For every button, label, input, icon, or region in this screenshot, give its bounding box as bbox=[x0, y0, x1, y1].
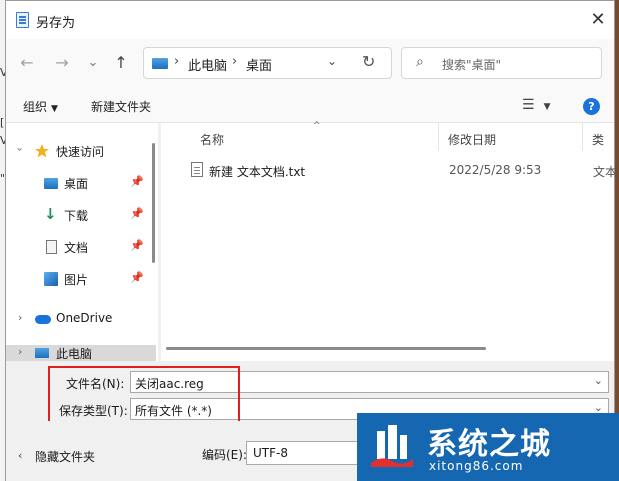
address-bar[interactable]: › 此电脑 › 桌面 ⌄ ↻ bbox=[143, 47, 392, 79]
sidebar-item-pictures[interactable]: 图片 📌 bbox=[6, 263, 156, 295]
notepad-icon bbox=[16, 12, 29, 28]
sidebar-item-label: 桌面 bbox=[64, 177, 89, 191]
chevron-down-icon[interactable]: › bbox=[14, 147, 27, 151]
document-icon bbox=[46, 240, 57, 254]
pin-icon: 📌 bbox=[130, 207, 144, 220]
sidebar-item-label: 快速访问 bbox=[56, 145, 105, 159]
encoding-label: 编码(E): bbox=[202, 448, 247, 462]
cloud-icon bbox=[35, 315, 51, 324]
save-form: 文件名(N): 关闭aac.reg ⌄ 保存类型(T): 所有文件 (*.*) … bbox=[6, 361, 614, 423]
column-label: 名称 bbox=[200, 133, 225, 147]
pin-icon: 📌 bbox=[130, 239, 144, 252]
recent-locations-button[interactable]: ⌄ bbox=[82, 52, 104, 74]
sidebar-item-label: 文档 bbox=[64, 241, 89, 255]
address-dropdown-button[interactable]: ⌄ bbox=[327, 54, 337, 68]
watermark-url: xitong86.com bbox=[429, 459, 524, 473]
organize-menu[interactable]: 组织 ▼ bbox=[23, 98, 58, 115]
sidebar-item-documents[interactable]: 文档 📌 bbox=[6, 231, 156, 263]
column-label: 修改日期 bbox=[448, 133, 497, 147]
watermark-title: 系统之城 bbox=[427, 427, 551, 462]
back-button[interactable]: ← bbox=[16, 52, 38, 74]
search-box[interactable]: ⌕ 搜索"桌面" bbox=[401, 47, 602, 79]
file-row[interactable]: 新建 文本文档.txt 2022/5/28 9:53 文本文 bbox=[181, 159, 619, 183]
close-button[interactable]: ✕ bbox=[584, 7, 612, 33]
sidebar-scrollbar[interactable] bbox=[152, 143, 155, 263]
refresh-button[interactable]: ↻ bbox=[362, 52, 375, 71]
navigation-bar: ← → ⌄ ↑ › 此电脑 › 桌面 ⌄ ↻ ⌕ 搜索"桌面" bbox=[6, 39, 614, 87]
picture-icon bbox=[44, 272, 58, 286]
sidebar-item-label: 下载 bbox=[64, 209, 89, 223]
caret-down-icon: ▼ bbox=[543, 102, 551, 112]
sidebar-item-desktop[interactable]: 桌面 📌 bbox=[6, 167, 156, 199]
chevron-right-icon[interactable]: › bbox=[18, 345, 22, 358]
caret-down-icon: ▼ bbox=[51, 104, 58, 114]
organize-label: 组织 bbox=[23, 100, 48, 114]
sidebar-item-quick-access[interactable]: › 快速访问 bbox=[6, 135, 156, 167]
sidebar-item-label: 图片 bbox=[64, 273, 89, 287]
castle-logo-icon bbox=[371, 425, 413, 467]
background-text: [ bbox=[0, 116, 5, 129]
star-icon bbox=[35, 144, 49, 158]
file-name: 新建 文本文档.txt bbox=[209, 165, 306, 179]
breadcrumb-this-pc[interactable]: 此电脑 bbox=[188, 55, 227, 74]
sidebar-item-this-pc[interactable]: › 此电脑 bbox=[6, 345, 156, 361]
list-view-icon: ☰ bbox=[522, 97, 535, 113]
column-header-type[interactable]: 类型 bbox=[583, 123, 614, 151]
desktop-icon bbox=[44, 178, 58, 189]
new-folder-button[interactable]: 新建文件夹 bbox=[91, 98, 151, 115]
pin-icon: 📌 bbox=[130, 175, 144, 188]
this-pc-icon bbox=[152, 58, 168, 69]
sidebar-item-onedrive[interactable]: › OneDrive bbox=[6, 303, 156, 335]
title-bar: 另存为 ✕ bbox=[6, 1, 614, 39]
sidebar-item-label: 此电脑 bbox=[56, 347, 93, 361]
horizontal-scrollbar[interactable] bbox=[166, 347, 486, 350]
download-icon: ↓ bbox=[44, 205, 57, 223]
text-file-icon bbox=[191, 162, 203, 177]
encoding-select[interactable]: UTF-8 bbox=[246, 441, 366, 465]
chevron-down-icon[interactable]: ⌄ bbox=[594, 374, 603, 387]
file-list: ^ 名称 修改日期 类型 新建 文本文档.txt 2022/5/28 9:53 … bbox=[161, 121, 619, 361]
highlight-annotation-box bbox=[48, 366, 240, 423]
save-as-dialog: 另存为 ✕ ← → ⌄ ↑ › 此电脑 › 桌面 ⌄ ↻ ⌕ 搜索"桌面" 组织… bbox=[5, 0, 619, 481]
help-button[interactable]: ? bbox=[583, 98, 600, 115]
forward-button[interactable]: → bbox=[51, 52, 73, 74]
chevron-right-icon[interactable]: › bbox=[18, 311, 22, 324]
watermark-banner: 系统之城 xitong86.com bbox=[357, 413, 619, 481]
breadcrumb-desktop[interactable]: 桌面 bbox=[246, 55, 272, 74]
navigation-pane: › 快速访问 桌面 📌 ↓ 下载 📌 文档 📌 图片 📌 › OneDrive bbox=[6, 123, 158, 361]
pin-icon: 📌 bbox=[130, 271, 144, 284]
column-header-date[interactable]: 修改日期 bbox=[439, 123, 583, 151]
up-button[interactable]: ↑ bbox=[110, 52, 132, 74]
file-type: 文本文 bbox=[593, 165, 619, 179]
hide-folders-button[interactable]: 隐藏文件夹 bbox=[35, 448, 95, 465]
dialog-title: 另存为 bbox=[36, 16, 76, 31]
sidebar-item-label: OneDrive bbox=[56, 311, 113, 325]
search-icon: ⌕ bbox=[416, 54, 424, 70]
command-bar: 组织 ▼ 新建文件夹 ☰ ▼ ? bbox=[6, 87, 614, 123]
file-date: 2022/5/28 9:53 bbox=[449, 163, 542, 177]
this-pc-icon bbox=[35, 348, 49, 358]
column-label: 类型 bbox=[592, 133, 605, 151]
encoding-value: UTF-8 bbox=[253, 446, 288, 460]
search-input[interactable]: 搜索"桌面" bbox=[442, 56, 501, 73]
sidebar-item-downloads[interactable]: ↓ 下载 📌 bbox=[6, 199, 156, 231]
view-options-button[interactable]: ☰ ▼ bbox=[522, 97, 550, 113]
chevron-up-icon[interactable]: ‹ bbox=[18, 449, 22, 462]
column-header-name[interactable]: 名称 bbox=[191, 123, 439, 151]
breadcrumb-separator: › bbox=[232, 54, 238, 69]
breadcrumb-separator: › bbox=[174, 54, 180, 69]
